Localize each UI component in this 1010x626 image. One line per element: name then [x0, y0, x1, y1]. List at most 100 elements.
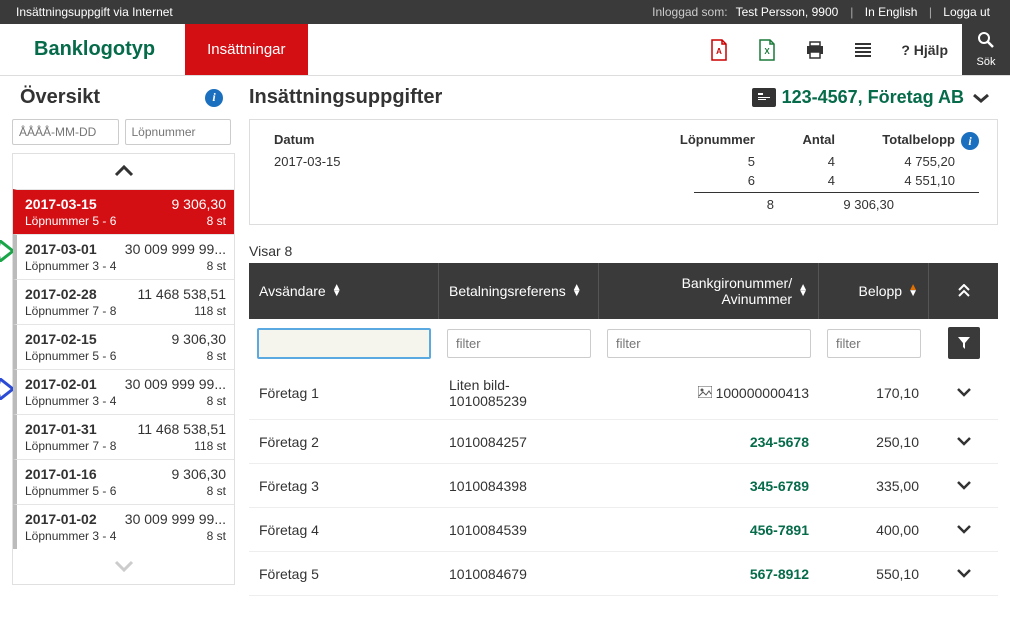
summary-header-date: Datum — [274, 132, 655, 150]
list-item-amount: 11 468 538,51 — [138, 421, 227, 437]
list-item-date: 2017-02-28 — [25, 286, 97, 302]
list-item-count: 8 st — [207, 259, 226, 273]
bankgiro-link[interactable]: 345-6789 — [750, 478, 809, 494]
list-item-sequence: Löpnummer 3 - 4 — [25, 529, 116, 543]
sidebar-date-item[interactable]: 2017-02-01 30 009 999 99... Löpnummer 3 - … — [13, 369, 234, 414]
cell-reference: 1010084398 — [439, 468, 599, 504]
list-item-amount: 30 009 999 99... — [125, 376, 226, 392]
list-icon[interactable] — [839, 24, 887, 75]
column-header-amount[interactable]: Belopp▲▼ — [819, 263, 929, 319]
column-header-sender[interactable]: Avsändare▲▼ — [249, 263, 439, 319]
list-item-date: 2017-02-15 — [25, 331, 97, 347]
list-item-count: 8 st — [207, 214, 226, 228]
sidebar-title: Översikt — [20, 86, 205, 109]
language-toggle[interactable]: In English — [861, 5, 922, 19]
sidebar-date-item[interactable]: 2017-03-0130 009 999 99...Löpnummer 3 - … — [13, 234, 234, 279]
filter-button[interactable] — [948, 327, 980, 359]
sidebar-date-item[interactable]: 2017-01-0230 009 999 99...Löpnummer 3 - … — [13, 504, 234, 549]
expand-row-button[interactable] — [929, 433, 998, 451]
list-item-amount: 30 009 999 99... — [125, 511, 226, 527]
table-row: Företag 31010084398345-6789335,00 — [249, 464, 998, 508]
list-item-date: 2017-02-01 — [25, 376, 97, 392]
list-item-sequence: Löpnummer 5 - 6 — [25, 214, 116, 228]
sidebar-date-item[interactable]: 2017-02-28 11 468 538,51 Löpnummer 7 - 8 11… — [13, 279, 234, 324]
expand-row-button[interactable] — [929, 384, 998, 402]
sort-icon: ▲▼ — [332, 285, 342, 297]
cell-reference: Liten bild- 1010085239 — [439, 367, 599, 419]
filter-bankgiro-input[interactable] — [607, 329, 811, 358]
scroll-up-button[interactable] — [13, 154, 234, 189]
cell-sender: Företag 3 — [249, 468, 439, 504]
list-item-date: 2017-01-16 — [25, 466, 97, 482]
cell-reference: 1010084679 — [439, 556, 599, 592]
sequence-filter-input[interactable] — [125, 119, 232, 145]
cell-bankgiro: 234-5678 — [599, 424, 819, 460]
sidebar-date-item[interactable]: 2017-02-159 306,30Löpnummer 5 - 68 st — [13, 324, 234, 369]
filter-row — [249, 319, 998, 367]
cell-sender: Företag 4 — [249, 512, 439, 548]
sidebar-date-item[interactable]: 2017-01-169 306,30Löpnummer 5 - 68 st — [13, 459, 234, 504]
sidebar-date-item[interactable]: 2017-01-3111 468 538,51Löpnummer 7 - 811… — [13, 414, 234, 459]
list-item-sequence: Löpnummer 5 - 6 — [25, 349, 116, 363]
account-selector[interactable]: 123-4567, Företag AB — [752, 87, 964, 108]
summary-total-amount: 9 306,30 — [774, 197, 894, 212]
bankgiro-link[interactable]: 456-7891 — [750, 522, 809, 538]
list-item-date: 2017-03-15 — [25, 196, 97, 212]
cell-sender: Företag 2 — [249, 424, 439, 460]
showing-count: Visar 8 — [249, 243, 998, 259]
sidebar: Översikt i 2017-03-15 9 306,30 Löpnummer 5… — [0, 76, 235, 596]
summary-header-total: Totalbelopp — [835, 132, 955, 150]
bankgiro-link[interactable]: 234-5678 — [750, 434, 809, 450]
search-icon — [977, 31, 995, 54]
print-icon[interactable] — [791, 24, 839, 75]
top-bar: Insättningsuppgift via Internet Inloggad… — [0, 0, 1010, 24]
logout-link[interactable]: Logga ut — [939, 5, 994, 19]
collapse-all-button[interactable] — [929, 284, 998, 298]
table-row: Företag 51010084679 567-8912 550,10 — [249, 552, 998, 596]
cell-bankgiro: 567-8912 — [599, 556, 819, 592]
pdf-icon[interactable]: A — [695, 24, 743, 75]
search-button[interactable]: Sök — [962, 24, 1010, 75]
excel-icon[interactable]: X — [743, 24, 791, 75]
nav-bar: Banklogotyp Insättningar A X ? Hjälp Sök — [0, 24, 1010, 76]
list-item-count: 118 st — [194, 304, 226, 318]
cell-amount: 170,10 — [819, 375, 929, 411]
cell-sender: Företag 1 — [249, 375, 439, 411]
bankgiro-link[interactable]: 567-8912 — [750, 566, 809, 582]
filter-sender-input[interactable] — [257, 328, 431, 359]
chevron-down-icon[interactable] — [964, 86, 998, 109]
list-item-amount: 9 306,30 — [172, 196, 227, 212]
list-item-amount: 9 306,30 — [172, 466, 227, 482]
expand-row-button[interactable] — [929, 521, 998, 539]
date-filter-input[interactable] — [12, 119, 119, 145]
expand-row-button[interactable] — [929, 565, 998, 583]
scroll-down-button[interactable] — [13, 549, 234, 584]
cell-amount: 550,10 — [819, 556, 929, 592]
info-icon[interactable]: i — [961, 132, 979, 150]
list-item-sequence: Löpnummer 3 - 4 — [25, 394, 116, 408]
logged-in-user: Test Persson, 9900 — [732, 5, 843, 19]
summary-header-count: Antal — [755, 132, 835, 150]
summary-header-seq: Löpnummer — [655, 132, 755, 150]
sort-icon: ▲▼ — [908, 285, 918, 297]
filter-reference-input[interactable] — [447, 329, 591, 358]
sort-icon: ▲▼ — [572, 285, 582, 297]
cell-sender: Företag 5 — [249, 556, 439, 592]
list-item-sequence: Löpnummer 7 - 8 — [25, 304, 116, 318]
list-item-amount: 11 468 538,51 — [138, 286, 227, 302]
cell-reference: 1010084257 — [439, 424, 599, 460]
expand-row-button[interactable] — [929, 477, 998, 495]
info-icon[interactable]: i — [205, 89, 223, 107]
logged-in-label: Inloggad som: — [648, 5, 731, 19]
help-button[interactable]: ? Hjälp — [887, 24, 962, 75]
table-row: Företag 21010084257234-5678250,10 — [249, 420, 998, 464]
cell-amount: 400,00 — [819, 512, 929, 548]
list-item-count: 8 st — [207, 484, 226, 498]
blue-arrow-marker — [0, 378, 13, 400]
filter-amount-input[interactable] — [827, 329, 921, 358]
column-header-reference[interactable]: Betalningsreferens▲▼ — [439, 263, 599, 319]
nav-tab-deposits[interactable]: Insättningar — [185, 24, 307, 75]
sidebar-date-item[interactable]: 2017-03-15 9 306,30 Löpnummer 5 - 6 8 st — [13, 189, 234, 234]
column-header-bankgiro[interactable]: Bankgironummer/ Avinummer▲▼ — [599, 263, 819, 319]
card-icon — [752, 88, 776, 107]
